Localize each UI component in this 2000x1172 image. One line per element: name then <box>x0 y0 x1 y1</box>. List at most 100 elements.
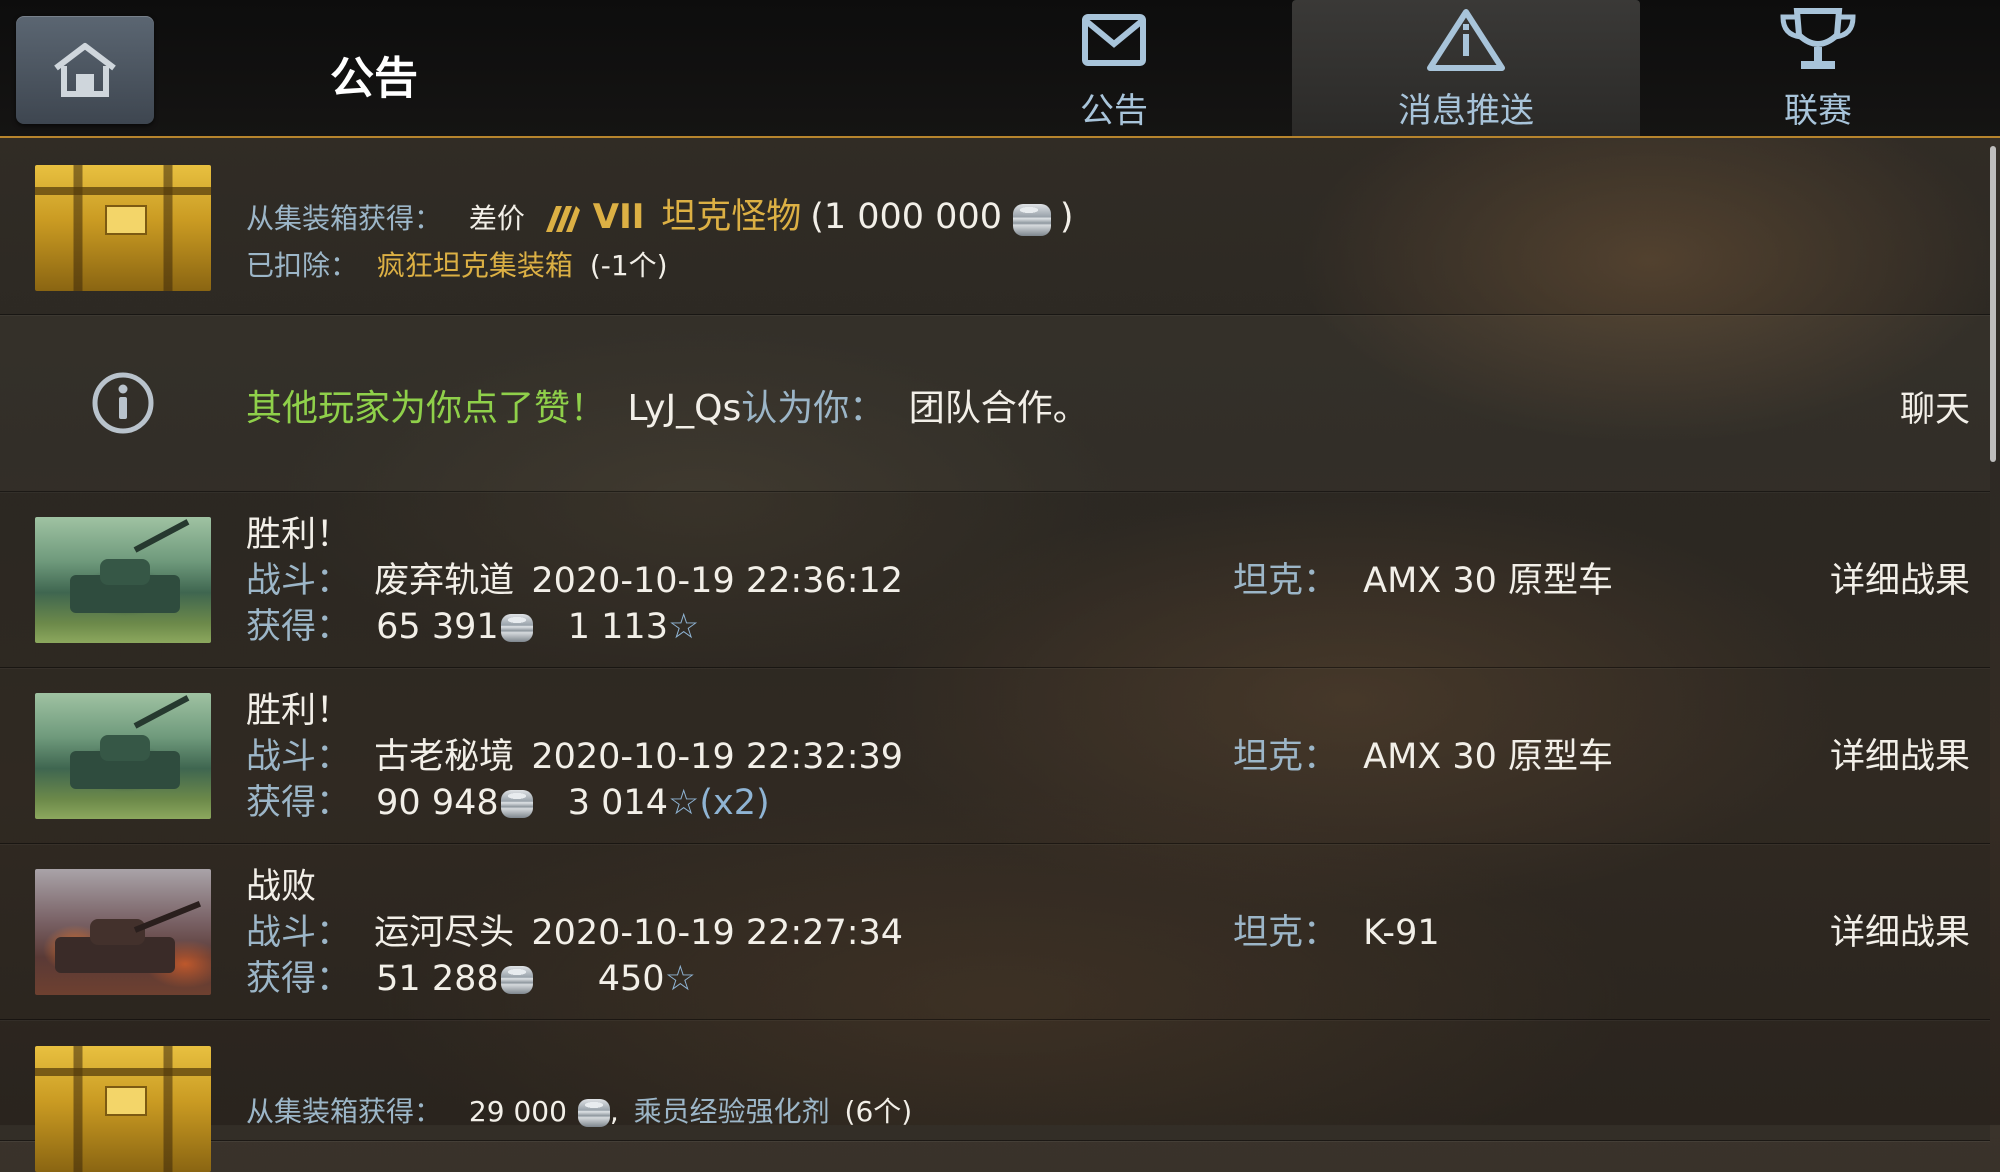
envelope-icon <box>1082 14 1146 66</box>
scrollbar[interactable] <box>1990 146 1996 462</box>
earned-line: 获得： 51 288 450☆ <box>246 950 696 1001</box>
obtained-label: 从集装箱获得： <box>246 1095 443 1128</box>
battle-label: 战斗： <box>246 913 352 953</box>
tank-name: AMX 30 原型车 <box>1363 737 1614 777</box>
list-item: 从集装箱获得： 29 000 , 乘员经验强化剂 (6个) <box>0 1020 1990 1172</box>
tank-name: AMX 30 原型车 <box>1363 561 1614 601</box>
paren: ) <box>1059 197 1074 237</box>
battle-line: 战斗： 运河尽头 2020-10-19 22:27:34 <box>246 904 903 955</box>
details-button[interactable]: 详细战果 <box>1830 904 1970 955</box>
tab-label: 公告 <box>1080 91 1148 131</box>
tank-line: 坦克： K-91 <box>1233 904 1440 955</box>
reward-line: 从集装箱获得： 29 000 , 乘员经验强化剂 (6个) <box>246 1090 912 1130</box>
earned-label: 获得： <box>246 783 352 823</box>
tank-label: 坦克： <box>1233 913 1339 953</box>
earned-line: 获得： 65 391 1 113☆ <box>246 598 699 649</box>
map-name: 运河尽头 <box>374 913 515 953</box>
credits-earned: 90 948 <box>376 783 499 823</box>
page-title: 公告 <box>330 53 418 104</box>
deducted-count: (-1个) <box>589 249 668 282</box>
deducted-label: 已扣除： <box>246 249 359 282</box>
silver-coin-icon <box>500 790 533 818</box>
tier-label: VII <box>592 197 645 237</box>
xp-earned: 450 <box>597 959 665 999</box>
list-item: 从集装箱获得： 差价 VII 坦克怪物 (1 000 000 ) 已扣除： 疯狂… <box>0 138 1990 315</box>
tab-announcements[interactable]: 公告 <box>940 0 1288 136</box>
tab-label: 消息推送 <box>1398 91 1534 131</box>
battle-line: 战斗： 废弃轨道 2020-10-19 22:36:12 <box>246 552 903 603</box>
earned-label: 获得： <box>246 607 352 647</box>
obtained-label: 从集装箱获得： <box>246 202 443 235</box>
battle-result: 战败 <box>246 867 317 907</box>
battle-result: 胜利！ <box>246 515 352 555</box>
battle-datetime: 2020-10-19 22:27:34 <box>531 913 904 953</box>
details-button[interactable]: 详细战果 <box>1830 552 1970 603</box>
credits-amount: 29 000 <box>468 1095 567 1128</box>
container-name: 疯狂坦克集装箱 <box>376 249 573 282</box>
home-icon <box>54 43 116 97</box>
tank-name: 坦克怪物 <box>661 197 802 237</box>
map-name: 废弃轨道 <box>374 561 515 601</box>
reward-line: 从集装箱获得： 差价 VII 坦克怪物 (1 000 000 ) <box>246 188 1073 239</box>
star-icon: ☆ <box>664 959 696 999</box>
chat-button[interactable]: 聊天 <box>1900 381 1970 432</box>
battle-thumbnail <box>35 517 211 643</box>
battle-label: 战斗： <box>246 737 352 777</box>
praise-text: 其他玩家为你点了赞！ <box>246 388 607 429</box>
details-button[interactable]: 详细战果 <box>1830 728 1970 779</box>
battle-line: 战斗： 古老秘境 2020-10-19 22:32:39 <box>246 728 903 779</box>
trophy-icon <box>1780 8 1856 69</box>
xp-earned: 3 014 <box>567 783 668 823</box>
list-item: 其他玩家为你点了赞！ LyJ_Qs认为你： 团队合作。 聊天 <box>0 315 1990 492</box>
star-icon: ☆ <box>667 783 700 823</box>
table-row: 胜利！ 战斗： 古老秘境 2020-10-19 22:32:39 获得： 90 … <box>0 668 1990 844</box>
silver-coin-icon <box>500 966 533 994</box>
item-count: (6个) <box>844 1095 913 1128</box>
paren: ( <box>810 197 824 237</box>
xp-earned: 1 113 <box>567 607 668 647</box>
home-button[interactable] <box>16 16 154 124</box>
table-row: 战败 战斗： 运河尽头 2020-10-19 22:27:34 获得： 51 2… <box>0 844 1990 1020</box>
silver-coin-icon <box>1012 204 1051 236</box>
map-name: 古老秘境 <box>374 737 515 777</box>
battle-thumbnail <box>35 693 211 819</box>
silver-coin-icon <box>577 1099 610 1127</box>
tab-league[interactable]: 联赛 <box>1644 0 1992 136</box>
tank-label: 坦克： <box>1233 561 1339 601</box>
top-bar: 公告 公告 消息推送 联赛 <box>0 0 2000 138</box>
tank-label: 坦克： <box>1233 737 1339 777</box>
battle-label: 战斗： <box>246 561 352 601</box>
tier-badge-icon <box>545 206 580 232</box>
battle-result: 胜利！ <box>246 691 352 731</box>
credits-earned: 51 288 <box>376 959 499 999</box>
xp-multiplier: (x2) <box>699 783 770 823</box>
thinks-label: 认为你： <box>741 388 886 429</box>
tank-name: K-91 <box>1363 913 1440 953</box>
trait-text: 团队合作。 <box>908 388 1089 429</box>
tank-line: 坦克： AMX 30 原型车 <box>1233 728 1613 779</box>
warning-triangle-icon <box>1427 9 1505 71</box>
container-thumbnail <box>35 1046 211 1172</box>
notification-list[interactable]: 从集装箱获得： 差价 VII 坦克怪物 (1 000 000 ) 已扣除： 疯狂… <box>0 138 1990 1172</box>
tank-line: 坦克： AMX 30 原型车 <box>1233 552 1613 603</box>
praise-line: 其他玩家为你点了赞！ LyJ_Qs认为你： 团队合作。 <box>246 379 1089 431</box>
player-name: LyJ_Qs <box>627 388 742 429</box>
battle-datetime: 2020-10-19 22:32:39 <box>531 737 904 777</box>
tab-notifications[interactable]: 消息推送 <box>1292 0 1640 136</box>
battle-datetime: 2020-10-19 22:36:12 <box>531 561 904 601</box>
earned-label: 获得： <box>246 959 352 999</box>
tab-label: 联赛 <box>1784 91 1852 131</box>
item-name: 乘员经验强化剂 <box>633 1095 830 1128</box>
separator: , <box>609 1095 619 1128</box>
container-thumbnail <box>35 165 211 291</box>
silver-coin-icon <box>500 614 533 642</box>
credits-earned: 65 391 <box>376 607 499 647</box>
earned-line: 获得： 90 948 3 014☆(x2) <box>246 774 770 825</box>
table-row: 胜利！ 战斗： 废弃轨道 2020-10-19 22:36:12 获得： 65 … <box>0 492 1990 668</box>
amount: 1 000 000 <box>823 197 1002 237</box>
price-diff-label: 差价 <box>468 202 525 235</box>
star-icon: ☆ <box>667 607 700 647</box>
battle-thumbnail <box>35 869 211 995</box>
deducted-line: 已扣除： 疯狂坦克集装箱 (-1个) <box>246 244 668 284</box>
info-icon <box>92 372 154 434</box>
